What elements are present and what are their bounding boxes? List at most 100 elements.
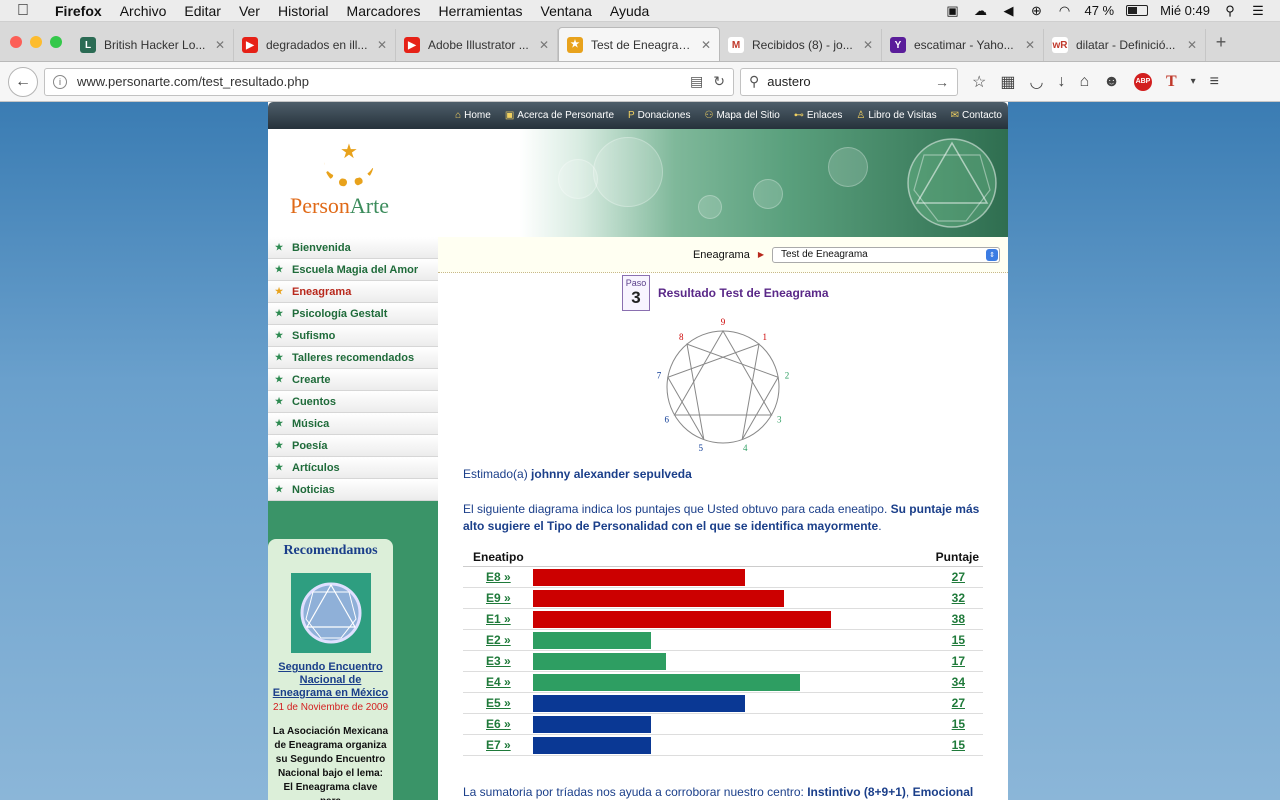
home-icon[interactable]: ⌂ [1079,73,1089,91]
eneatipo-link[interactable]: E1 » [463,612,533,626]
recommend-image[interactable] [290,573,371,653]
sidebar-item-2[interactable]: ★ Eneagrama [268,281,438,303]
score-bar [533,631,651,649]
tab-close-icon[interactable]: ✕ [539,38,549,52]
topnav-home[interactable]: ⌂ Home [455,110,491,121]
tab-close-icon[interactable]: ✕ [377,38,387,52]
eneatipo-link[interactable]: E7 » [463,738,533,752]
notification-center-icon[interactable]: ☰ [1250,3,1266,18]
tab-1[interactable]: ▶ degradados en ill... ✕ [234,29,396,61]
eneatipo-link[interactable]: E6 » [463,717,533,731]
menu-editar[interactable]: Editar [175,3,230,19]
battery-icon[interactable] [1126,5,1149,16]
score-value-link[interactable]: 27 [933,696,983,710]
recommend-link[interactable]: Segundo Encuentro Nacional de Eneagrama … [268,661,393,700]
creative-cloud-icon[interactable]: ☁ [972,3,988,18]
zoom-window-button[interactable] [50,36,62,48]
bookmarks-list-icon[interactable]: ▦ [1000,72,1015,92]
sidebar-item-4[interactable]: ★ Sufismo [268,325,438,347]
sidebar-item-1[interactable]: ★ Escuela Magia del Amor [268,259,438,281]
url-bar[interactable]: i www.personarte.com/test_resultado.php … [44,67,734,96]
sidebar-item-6[interactable]: ★ Crearte [268,369,438,391]
tab-0[interactable]: L British Hacker Lo... ✕ [72,29,234,61]
breadcrumb-label[interactable]: Eneagrama [693,249,750,261]
menu-historial[interactable]: Historial [269,3,338,19]
score-value-link[interactable]: 32 [933,591,983,605]
reader-view-icon[interactable]: ▤ [690,73,703,90]
topnav-mapa[interactable]: ⚇ Mapa del Sitio [704,110,779,121]
accessibility-icon[interactable]: ⊕ [1028,3,1044,18]
tab-close-icon[interactable]: ✕ [1025,38,1035,52]
sidebar-item-3[interactable]: ★ Psicología Gestalt [268,303,438,325]
close-window-button[interactable] [10,36,22,48]
clock[interactable]: Mié 0:49 [1160,3,1210,18]
volume-icon[interactable]: ◀ [1000,3,1016,18]
pocket-icon[interactable]: ◡ [1029,72,1043,92]
menu-herramientas[interactable]: Herramientas [429,3,531,19]
tab-close-icon[interactable]: ✕ [1187,38,1197,52]
score-value-link[interactable]: 15 [933,738,983,752]
tab-close-icon[interactable]: ✕ [701,38,711,52]
spotlight-search-icon[interactable]: ⚲ [1222,3,1238,18]
downloads-icon[interactable]: ↓ [1057,73,1065,91]
new-tab-button[interactable]: + [1206,32,1236,61]
sidebar-item-5[interactable]: ★ Talleres recomendados [268,347,438,369]
menu-archivo[interactable]: Archivo [111,3,176,19]
sidebar-item-11[interactable]: ★ Noticias [268,479,438,501]
score-value-link[interactable]: 38 [933,612,983,626]
screen-icon[interactable]: ▣ [944,3,960,18]
search-input[interactable]: austero [767,74,927,89]
eneatipo-link[interactable]: E2 » [463,633,533,647]
score-value-link[interactable]: 17 [933,654,983,668]
greeting: Estimado(a) johnny alexander sepulveda [463,467,692,481]
dropdown-icon[interactable]: ▾ [1191,76,1196,87]
tab-2[interactable]: ▶ Adobe Illustrator ... ✕ [396,29,558,61]
adblock-icon[interactable]: ABP [1133,72,1152,91]
score-value-link[interactable]: 15 [933,717,983,731]
menu-ayuda[interactable]: Ayuda [601,3,658,19]
topnav-acerca[interactable]: ▣ Acerca de Personarte [505,110,614,121]
back-button[interactable]: ← [8,66,38,97]
smiley-icon[interactable]: ☻ [1103,73,1120,91]
reload-icon[interactable]: ↻ [713,73,725,90]
tab-3[interactable]: ★ Test de Eneagrama ✕ [558,27,720,61]
topnav-contacto[interactable]: ✉ Contacto [951,110,1002,121]
apple-icon[interactable]:  [0,2,46,20]
url-text[interactable]: www.personarte.com/test_resultado.php [77,74,680,89]
menu-app[interactable]: Firefox [46,3,111,19]
search-bar[interactable]: ⚲ austero → [740,67,958,96]
menu-ver[interactable]: Ver [230,3,269,19]
site-logo[interactable]: PersonArte [290,193,389,219]
tab-6[interactable]: wR dilatar - Definició... ✕ [1044,29,1206,61]
tab-5[interactable]: Yescatimar - Yaho... ✕ [882,29,1044,61]
minimize-window-button[interactable] [30,36,42,48]
section-select[interactable]: Test de Eneagrama ⇕ [772,246,1000,263]
eneatipo-link[interactable]: E9 » [463,591,533,605]
eneatipo-link[interactable]: E5 » [463,696,533,710]
sidebar-item-7[interactable]: ★ Cuentos [268,391,438,413]
sidebar-item-8[interactable]: ★ Música [268,413,438,435]
sidebar-item-10[interactable]: ★ Artículos [268,457,438,479]
eneatipo-link[interactable]: E3 » [463,654,533,668]
topnav-libro[interactable]: ♙ Libro de Visitas [856,110,936,121]
site-info-icon[interactable]: i [53,74,67,89]
search-go-icon[interactable]: → [935,74,949,90]
score-value-link[interactable]: 34 [933,675,983,689]
menu-marcadores[interactable]: Marcadores [338,3,430,19]
score-value-link[interactable]: 15 [933,633,983,647]
menu-ventana[interactable]: Ventana [532,3,601,19]
wifi-icon[interactable]: ◠ [1056,3,1072,18]
tab-4[interactable]: M Recibidos (8) - jo... ✕ [720,29,882,61]
eneatipo-link[interactable]: E8 » [463,570,533,584]
sidebar-item-0[interactable]: ★ Bienvenida [268,237,438,259]
hamburger-menu-icon[interactable]: ≡ [1210,73,1219,91]
bookmark-star-icon[interactable]: ☆ [972,72,986,92]
topnav-donaciones[interactable]: P Donaciones [628,110,690,121]
tab-close-icon[interactable]: ✕ [863,38,873,52]
tab-close-icon[interactable]: ✕ [215,38,225,52]
sidebar-item-9[interactable]: ★ Poesía [268,435,438,457]
translate-icon[interactable]: T [1166,73,1177,91]
topnav-enlaces[interactable]: ⊷ Enlaces [794,110,843,121]
score-value-link[interactable]: 27 [933,570,983,584]
eneatipo-link[interactable]: E4 » [463,675,533,689]
